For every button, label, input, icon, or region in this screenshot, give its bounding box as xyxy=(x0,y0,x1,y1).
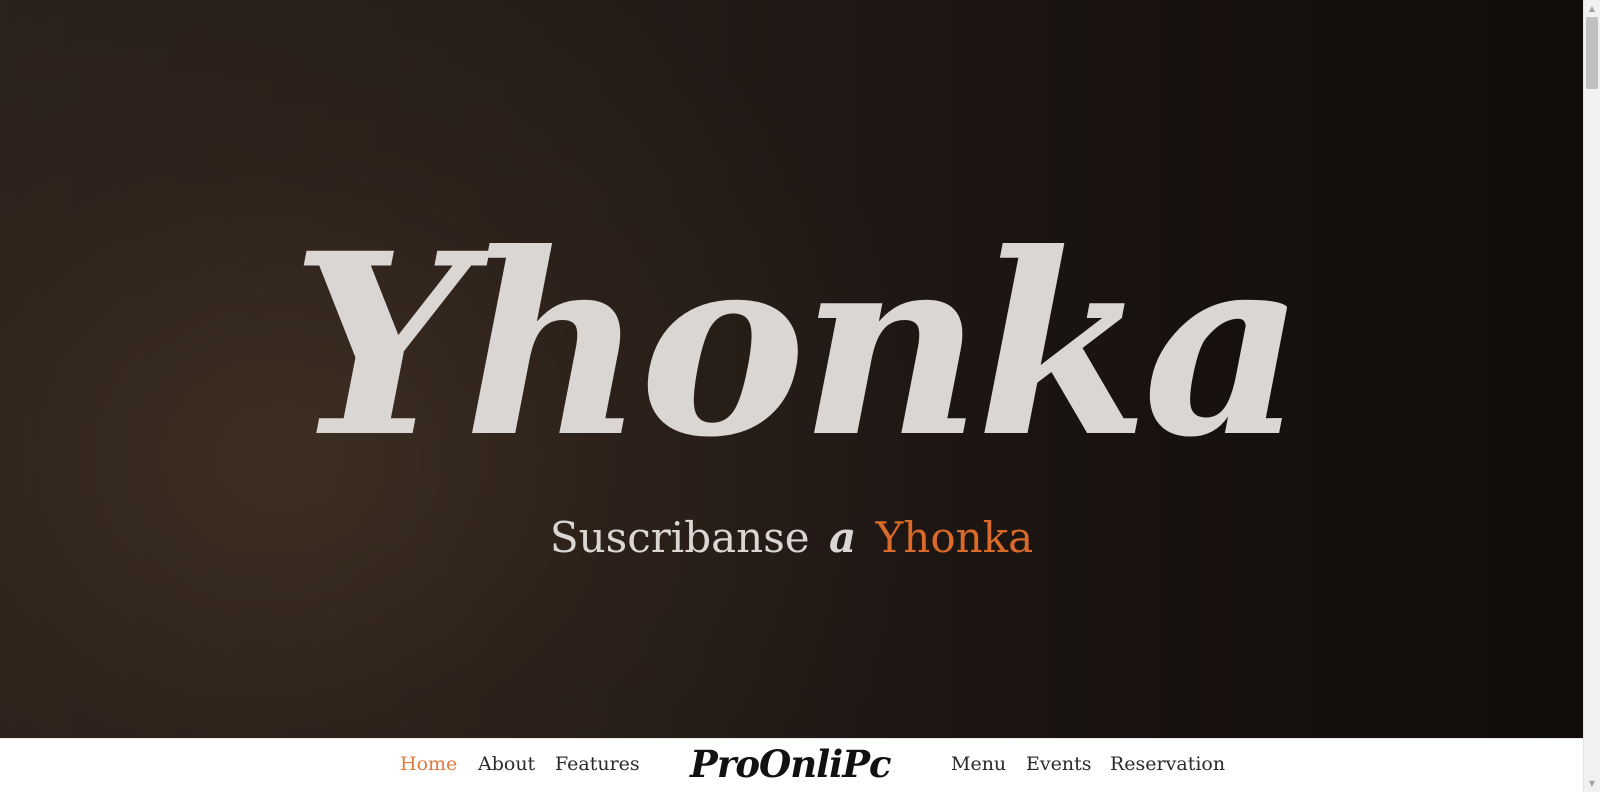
scroll-up-icon[interactable]: ▲ xyxy=(1584,0,1600,17)
hero-title: Yhonka xyxy=(291,198,1305,492)
hero-subtitle-connector: a xyxy=(828,513,857,562)
nav-link-events[interactable]: Events xyxy=(1026,749,1091,779)
hero-subtitle-brand: Yhonka xyxy=(875,513,1034,562)
nav-link-home[interactable]: Home xyxy=(400,749,457,779)
scrollbar-thumb[interactable] xyxy=(1586,17,1598,89)
site-logo[interactable]: ProOnliPc xyxy=(690,740,892,788)
hero-section: Yhonka Suscribanse a Yhonka xyxy=(0,0,1583,738)
hero-subtitle: Suscribanse a Yhonka xyxy=(0,510,1583,566)
main-navbar: Home About Features ProOnliPc Menu Event… xyxy=(0,738,1583,792)
page: Yhonka Suscribanse a Yhonka Home About F… xyxy=(0,0,1600,792)
nav-link-reservation[interactable]: Reservation xyxy=(1110,749,1225,779)
vertical-scrollbar[interactable]: ▲ ▼ xyxy=(1583,0,1600,792)
hero-subtitle-text: Suscribanse xyxy=(549,513,810,562)
scroll-down-icon[interactable]: ▼ xyxy=(1584,775,1600,792)
nav-link-features[interactable]: Features xyxy=(555,749,640,779)
nav-link-menu[interactable]: Menu xyxy=(951,749,1006,779)
nav-link-about[interactable]: About xyxy=(478,749,535,779)
